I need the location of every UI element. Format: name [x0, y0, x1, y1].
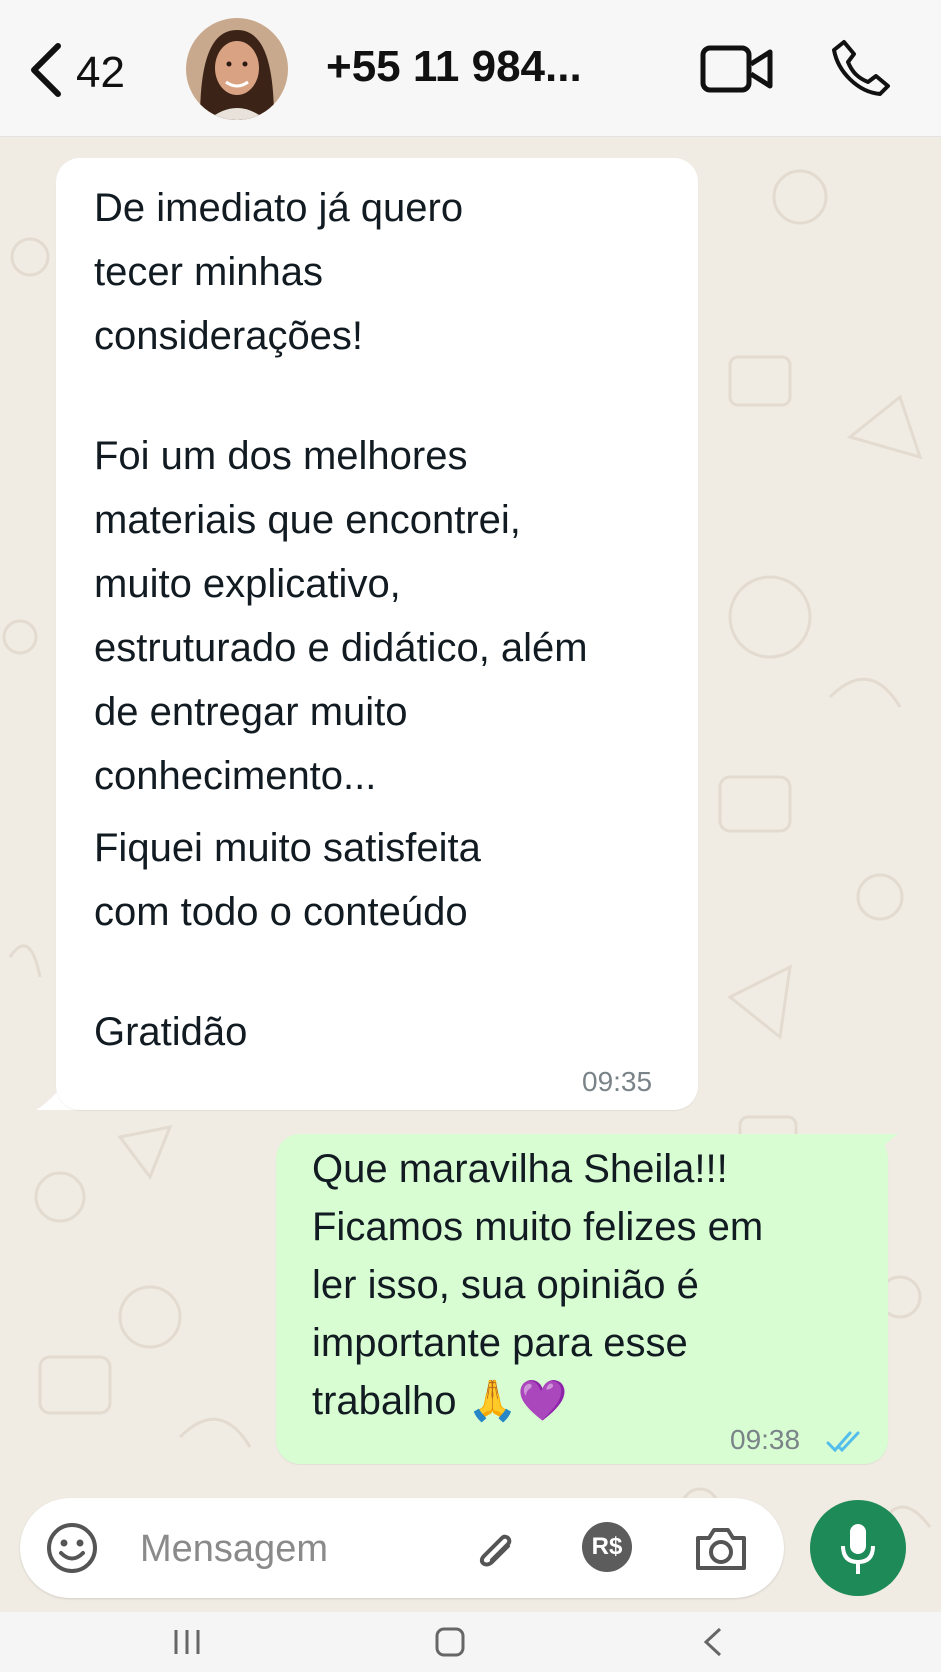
back-icon[interactable]: [700, 1626, 724, 1663]
system-nav-bar: [0, 1612, 941, 1672]
chevron-left-icon: [26, 40, 66, 105]
video-icon[interactable]: [700, 44, 774, 99]
message-paragraph: Gratidão: [94, 1010, 248, 1054]
message-input[interactable]: [138, 1520, 462, 1578]
camera-icon[interactable]: [694, 1524, 748, 1577]
message-composer: R$: [20, 1498, 784, 1598]
emoji-icon[interactable]: [46, 1522, 98, 1579]
phone-icon[interactable]: [830, 38, 890, 103]
double-check-icon: [826, 1410, 866, 1474]
back-button[interactable]: 42: [26, 40, 125, 105]
unread-count: 42: [76, 47, 125, 97]
chat-header: 42 +55 11 984...: [0, 0, 941, 137]
voice-message-button[interactable]: [810, 1500, 906, 1596]
paperclip-icon[interactable]: [472, 1524, 520, 1579]
message-paragraph: De imediato já quero tecer minhas consid…: [94, 186, 464, 358]
home-icon[interactable]: [434, 1626, 466, 1663]
message-time: 09:35: [582, 1066, 653, 1097]
message-paragraph: Fiquei muito satisfeita com todo o conte…: [94, 826, 481, 934]
message-paragraph: Foi um dos melhores materiais que encont…: [94, 434, 588, 798]
recent-apps-icon[interactable]: [172, 1626, 202, 1663]
message-bubble-outgoing[interactable]: Que maravilha Sheila!!! Ficamos muito fe…: [276, 1134, 888, 1464]
message-bubble-incoming[interactable]: De imediato já quero tecer minhas consid…: [56, 158, 698, 1110]
mic-icon: [840, 1522, 876, 1581]
message-text: Que maravilha Sheila!!! Ficamos muito fe…: [312, 1147, 764, 1423]
avatar[interactable]: [186, 18, 288, 120]
contact-name[interactable]: +55 11 984...: [326, 42, 582, 92]
message-time: 09:38: [730, 1424, 801, 1455]
payment-icon[interactable]: R$: [582, 1522, 632, 1572]
